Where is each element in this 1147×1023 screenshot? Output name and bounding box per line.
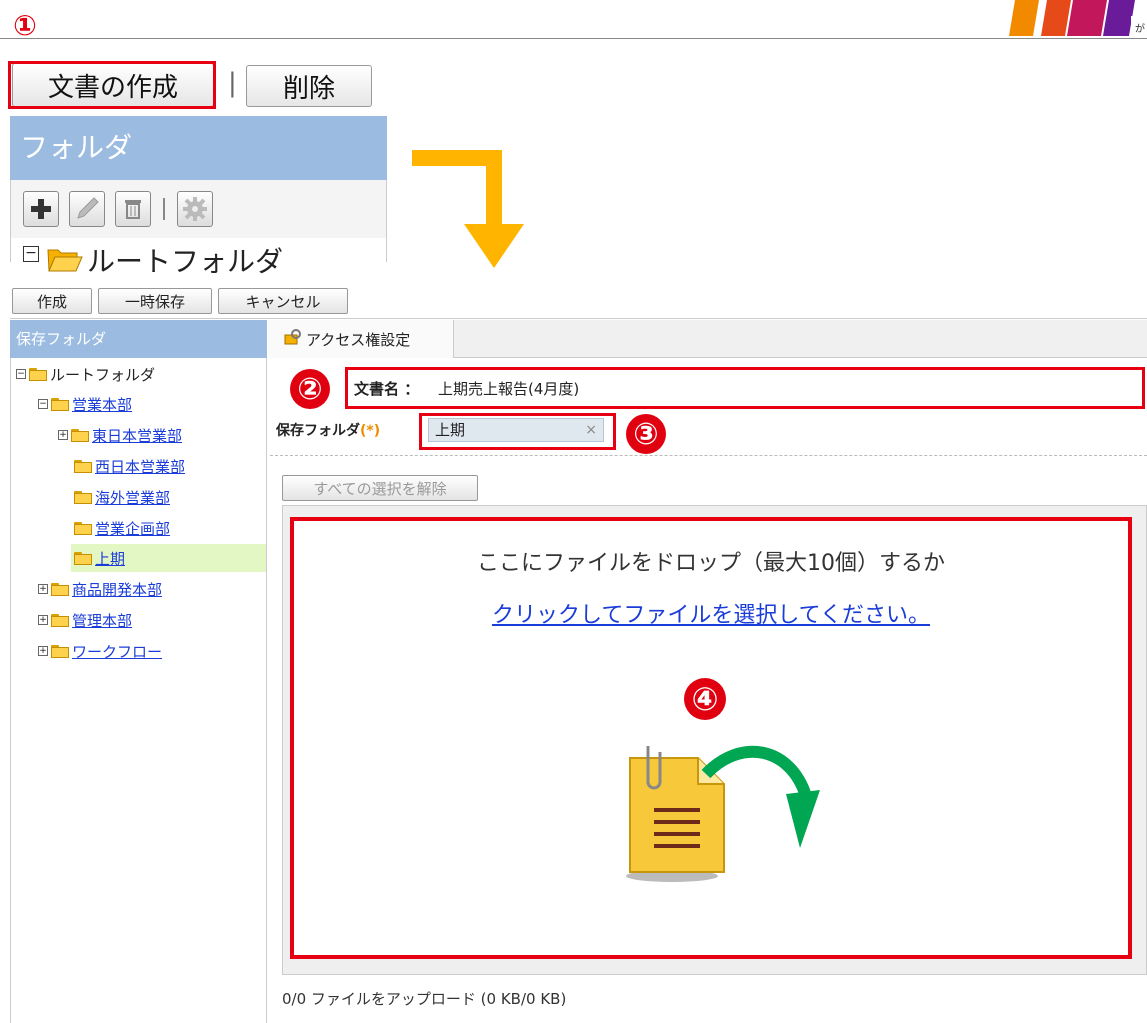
dropzone-instruction: ここにファイルをドロップ（最大10個）するか <box>477 551 945 576</box>
tree-item-link[interactable]: 海外営業部 <box>95 487 170 508</box>
tree-item-admin[interactable]: + 管理本部 <box>38 606 132 634</box>
create-button[interactable]: 作成 <box>12 288 92 314</box>
tree-item-link[interactable]: 商品開発本部 <box>72 579 162 600</box>
logo-text: が <box>1135 24 1145 35</box>
save-folder-label: 保存フォルダ(*) <box>276 420 380 440</box>
clear-icon[interactable]: × <box>585 419 597 441</box>
tree-item-first-half[interactable]: 上期 <box>74 544 125 572</box>
tab-label: アクセス権設定 <box>306 330 411 349</box>
doc-name-label: 文書名 ： <box>354 380 420 398</box>
folder-icon <box>51 397 69 411</box>
callout-4: ④ <box>684 678 726 720</box>
tree-item-west[interactable]: 西日本営業部 <box>74 452 185 480</box>
expand-icon[interactable]: + <box>38 615 48 625</box>
toolbar-separator: | <box>228 68 237 98</box>
delete-button[interactable]: 削除 <box>246 65 372 107</box>
folder-icon <box>51 613 69 627</box>
folder-icon <box>74 490 92 504</box>
edit-icon[interactable] <box>69 191 105 227</box>
collapse-icon[interactable]: − <box>38 399 48 409</box>
callout-2: ② <box>290 369 330 409</box>
tree-item-link[interactable]: 東日本営業部 <box>92 425 182 446</box>
save-folder-header: 保存フォルダ <box>10 320 267 358</box>
temp-save-button[interactable]: 一時保存 <box>98 288 212 314</box>
collapse-icon[interactable]: − <box>16 369 26 379</box>
tree-item-planning[interactable]: 営業企画部 <box>74 514 170 542</box>
doc-name-value: 上期売上報告(4月度) <box>438 379 580 398</box>
tree-item-overseas[interactable]: 海外営業部 <box>74 483 170 511</box>
tree-item-link[interactable]: 営業企画部 <box>95 518 170 539</box>
root-folder-label[interactable]: ルートフォルダ <box>87 240 283 280</box>
flow-arrow-icon <box>412 150 524 276</box>
top-divider <box>0 38 1147 39</box>
tree-item-root[interactable]: − ルートフォルダ <box>16 360 155 388</box>
callout-3: ③ <box>626 414 666 454</box>
select-file-link[interactable]: クリックしてファイルを選択してください。 <box>291 597 1131 629</box>
add-icon[interactable] <box>23 191 59 227</box>
trash-icon[interactable] <box>115 191 151 227</box>
expand-icon[interactable]: + <box>38 646 48 656</box>
upload-status: 0/0 ファイルをアップロード (0 KB/0 KB) <box>282 990 567 1008</box>
folder-icon <box>74 521 92 535</box>
tree-item-link[interactable]: 管理本部 <box>72 610 132 631</box>
tree-item-link[interactable]: 営業本部 <box>72 394 132 415</box>
key-icon <box>284 329 302 349</box>
tree-item-east[interactable]: + 東日本営業部 <box>58 421 182 449</box>
folder-chip-value: 上期 <box>435 421 466 439</box>
toolbar-divider <box>163 198 165 220</box>
dashed-divider <box>270 455 1147 456</box>
tree-item-product-dev[interactable]: + 商品開発本部 <box>38 575 162 603</box>
folder-toolbar <box>10 180 387 238</box>
root-folder-big: − ルートフォルダ <box>10 238 387 278</box>
folder-icon <box>51 582 69 596</box>
save-folder-label-text: 保存フォルダ <box>276 423 360 439</box>
tree-item-link[interactable]: 西日本営業部 <box>95 456 185 477</box>
logo: が <box>1005 0 1147 36</box>
expand-icon[interactable]: + <box>38 584 48 594</box>
folder-icon <box>51 644 69 658</box>
expand-icon[interactable]: + <box>58 430 68 440</box>
folder-open-icon <box>47 246 83 279</box>
folder-panel-header: フォルダ <box>10 116 387 180</box>
highlight-create-button <box>8 61 216 109</box>
callout-1: ① <box>13 8 37 42</box>
document-upload-icon <box>620 740 830 894</box>
tree-item-workflow[interactable]: + ワークフロー <box>38 637 162 665</box>
cancel-button[interactable]: キャンセル <box>218 288 348 314</box>
tab-access-settings[interactable]: アクセス権設定 <box>268 320 454 358</box>
folder-icon <box>74 459 92 473</box>
gear-icon[interactable] <box>177 191 213 227</box>
collapse-icon[interactable]: − <box>23 246 39 262</box>
tree-item-label: ルートフォルダ <box>50 365 156 384</box>
folder-icon <box>71 428 89 442</box>
folder-chip[interactable]: 上期 × <box>428 418 604 442</box>
deselect-all-button[interactable]: すべての選択を解除 <box>282 475 478 501</box>
tree-item-link[interactable]: 上期 <box>95 548 125 569</box>
folder-icon <box>29 367 47 381</box>
folder-icon <box>74 551 92 565</box>
doc-name-field[interactable]: 上期売上報告(4月度) <box>432 375 1140 401</box>
tree-item-link[interactable]: ワークフロー <box>72 641 162 662</box>
tree-item-sales-hq[interactable]: − 営業本部 <box>38 390 132 418</box>
required-mark: (*) <box>360 423 381 439</box>
toolbar-bottom-line <box>10 318 1147 319</box>
